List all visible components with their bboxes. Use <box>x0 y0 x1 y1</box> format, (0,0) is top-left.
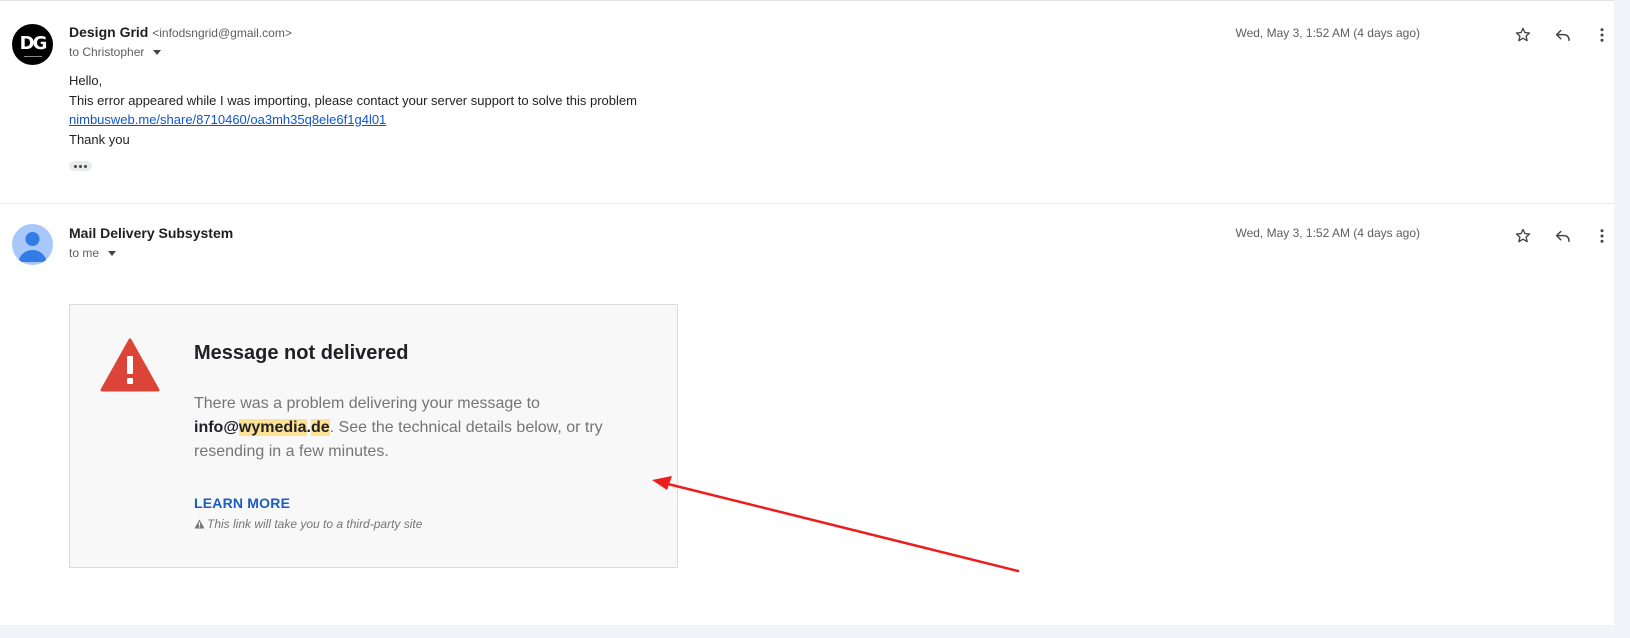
body-line: This error appeared while I was importin… <box>69 92 637 108</box>
avatar-monogram: DG <box>19 32 48 54</box>
recipient-details-toggle[interactable]: to me <box>69 246 117 260</box>
body-link[interactable]: nimbusweb.me/share/8710460/oa3mh35q8ele6… <box>69 112 386 127</box>
message-mail-delivery: Mail Delivery Subsystem to me Wed, May 3… <box>0 204 1614 625</box>
more-vert-icon <box>1600 28 1604 42</box>
avatar[interactable] <box>12 224 53 265</box>
email-thread: DG Design Grid <infodsngrid@gmail.com> t… <box>0 0 1614 625</box>
sender-line: Mail Delivery Subsystem <box>69 225 233 241</box>
chevron-down-icon <box>108 250 117 256</box>
address-user: info@ <box>194 419 239 436</box>
star-icon <box>1515 27 1531 42</box>
card-title: Message not delivered <box>194 342 409 364</box>
chevron-down-icon <box>153 49 162 55</box>
message-date: Wed, May 3, 1:52 AM (4 days ago) <box>1235 226 1420 240</box>
message-date: Wed, May 3, 1:52 AM (4 days ago) <box>1235 26 1420 40</box>
show-trimmed-content-button[interactable] <box>69 161 92 171</box>
more-options-button[interactable] <box>1590 224 1614 248</box>
delivery-failure-card: Message not delivered There was a proble… <box>69 304 678 568</box>
star-button[interactable] <box>1511 224 1535 248</box>
reply-button[interactable] <box>1551 224 1575 248</box>
sender-name[interactable]: Mail Delivery Subsystem <box>69 225 233 241</box>
star-icon <box>1515 228 1531 243</box>
more-options-button[interactable] <box>1590 23 1614 47</box>
warning-icon <box>100 338 160 392</box>
dot <box>79 164 82 168</box>
reply-icon <box>1555 230 1570 242</box>
sender-line: Design Grid <infodsngrid@gmail.com> <box>69 24 292 40</box>
warning-icon <box>194 519 205 529</box>
recipient-details-toggle[interactable]: to Christopher <box>69 45 162 59</box>
third-party-text: This link will take you to a third-party… <box>207 517 423 531</box>
message-body: Hello, This error appeared while I was i… <box>69 71 637 149</box>
recipient-label: to Christopher <box>69 45 145 59</box>
recipient-label: to me <box>69 246 100 260</box>
more-vert-icon <box>1600 229 1604 243</box>
body-greeting: Hello, <box>69 73 103 88</box>
desc-before: There was a problem delivering your mess… <box>194 395 540 412</box>
address-tld-highlight: de <box>310 419 330 436</box>
sender-email: <infodsngrid@gmail.com> <box>152 26 292 40</box>
person-icon <box>18 232 47 262</box>
address-domain-highlight: wymedia <box>238 419 307 436</box>
avatar-underline <box>23 55 42 57</box>
reply-icon <box>1555 29 1570 41</box>
message-design-grid: DG Design Grid <infodsngrid@gmail.com> t… <box>0 1 1614 204</box>
dot <box>84 164 87 168</box>
star-button[interactable] <box>1511 23 1535 47</box>
dot <box>74 164 77 168</box>
avatar[interactable]: DG <box>12 24 53 65</box>
third-party-notice: This link will take you to a third-party… <box>194 517 422 531</box>
body-closing: Thank you <box>69 131 130 147</box>
learn-more-link[interactable]: LEARN MORE <box>194 495 290 511</box>
reply-button[interactable] <box>1551 23 1575 47</box>
card-description: There was a problem delivering your mess… <box>194 392 634 464</box>
sender-name[interactable]: Design Grid <box>69 24 148 40</box>
